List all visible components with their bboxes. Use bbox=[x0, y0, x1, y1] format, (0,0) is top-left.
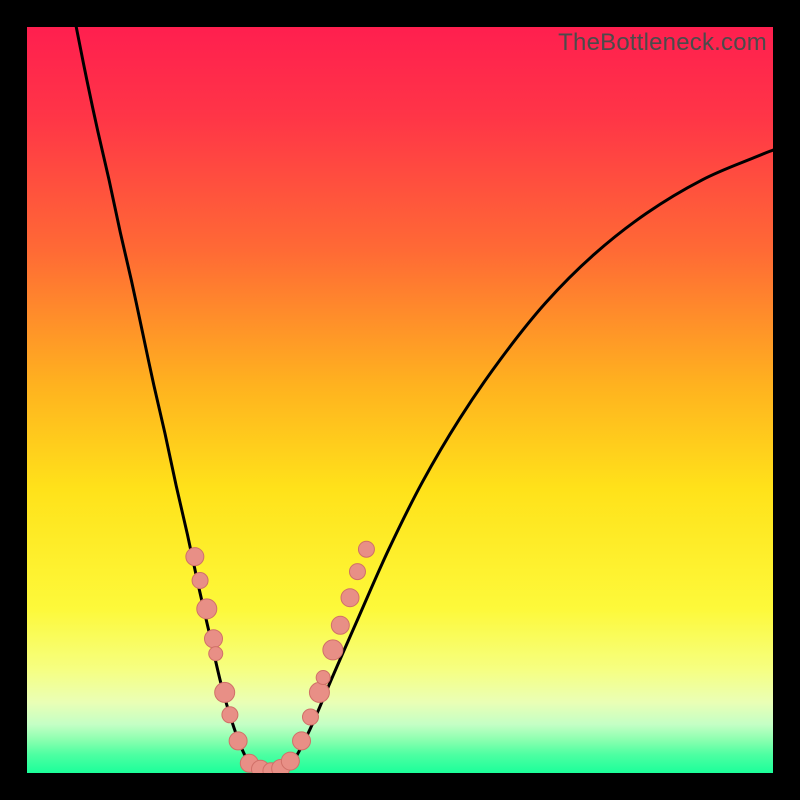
chart-frame: TheBottleneck.com bbox=[0, 0, 800, 800]
data-marker bbox=[197, 599, 217, 619]
data-marker bbox=[331, 616, 349, 634]
data-marker bbox=[209, 647, 223, 661]
data-marker bbox=[293, 732, 311, 750]
data-marker bbox=[302, 709, 318, 725]
data-marker bbox=[215, 682, 235, 702]
data-marker bbox=[323, 640, 343, 660]
data-marker bbox=[281, 752, 299, 770]
data-marker bbox=[222, 707, 238, 723]
data-marker bbox=[358, 541, 374, 557]
data-marker bbox=[192, 573, 208, 589]
data-marker bbox=[316, 671, 330, 685]
data-marker bbox=[229, 732, 247, 750]
chart-svg bbox=[27, 27, 773, 773]
gradient-background bbox=[27, 27, 773, 773]
plot-area: TheBottleneck.com bbox=[27, 27, 773, 773]
data-marker bbox=[205, 630, 223, 648]
data-marker bbox=[341, 589, 359, 607]
data-marker bbox=[309, 682, 329, 702]
watermark-text: TheBottleneck.com bbox=[558, 29, 767, 57]
data-marker bbox=[349, 564, 365, 580]
data-marker bbox=[186, 548, 204, 566]
